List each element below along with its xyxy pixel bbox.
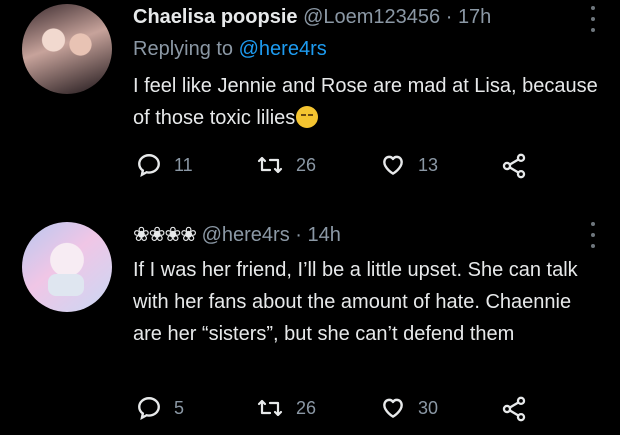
tweet-text: I feel like Jennie and Rose are mad at L… <box>133 70 603 134</box>
retweet-count: 26 <box>296 154 317 175</box>
user-handle[interactable]: @Loem123456 <box>303 6 440 28</box>
tweet-header: ❀❀❀❀ @here4rs · 14h <box>133 222 341 247</box>
retweet-icon <box>257 399 283 417</box>
timestamp[interactable]: 14h <box>308 224 341 246</box>
like-count: 30 <box>418 397 439 418</box>
share-button[interactable] <box>500 395 528 423</box>
like-icon <box>383 398 403 418</box>
like-icon <box>383 155 403 175</box>
tweet-text: If I was her friend, I’ll be a little up… <box>133 254 603 350</box>
tweet-text-content: I feel like Jennie and Rose are mad at L… <box>133 75 598 129</box>
retweet-button[interactable]: 26 <box>256 395 316 421</box>
tweet-text-content: If I was her friend, I’ll be a little up… <box>133 259 578 345</box>
avatar[interactable] <box>22 4 112 94</box>
retweet-count: 26 <box>296 397 317 418</box>
reply-icon <box>138 154 160 177</box>
timestamp[interactable]: 17h <box>458 6 491 28</box>
tweet-actions: 11 26 13 <box>0 152 620 182</box>
display-name[interactable]: Chaelisa poopsie <box>133 6 298 28</box>
face-mask-graphic <box>48 274 84 296</box>
replying-prefix: Replying to <box>133 38 239 60</box>
share-icon <box>502 153 526 179</box>
like-button[interactable]: 30 <box>380 395 438 421</box>
reply-icon <box>138 397 160 420</box>
share-icon <box>502 396 526 422</box>
separator-dot: · <box>295 224 302 246</box>
like-button[interactable]: 13 <box>380 152 438 178</box>
more-icon[interactable] <box>590 6 596 32</box>
reply-count: 5 <box>174 397 185 418</box>
like-count: 13 <box>418 154 439 175</box>
replying-handle-link[interactable]: @here4rs <box>239 38 327 60</box>
more-icon[interactable] <box>590 222 596 248</box>
retweet-icon <box>257 156 283 174</box>
separator-dot: · <box>445 6 453 28</box>
retweet-button[interactable]: 26 <box>256 152 316 178</box>
display-name[interactable]: ❀❀❀❀ <box>133 224 197 246</box>
tweet-actions: 5 26 30 <box>0 395 620 425</box>
user-handle[interactable]: @here4rs <box>202 224 290 246</box>
avatar[interactable] <box>22 222 112 312</box>
tweet-header: Chaelisa poopsie @Loem123456 · 17h <box>133 6 491 29</box>
pensive-face-emoji <box>296 106 319 128</box>
replying-to: Replying to @here4rs <box>133 38 327 61</box>
reply-button[interactable]: 11 <box>136 152 193 178</box>
share-button[interactable] <box>500 152 528 180</box>
reply-button[interactable]: 5 <box>136 395 184 421</box>
tweet[interactable]: Chaelisa poopsie @Loem123456 · 17h Reply… <box>0 0 620 200</box>
reply-count: 11 <box>174 154 193 175</box>
